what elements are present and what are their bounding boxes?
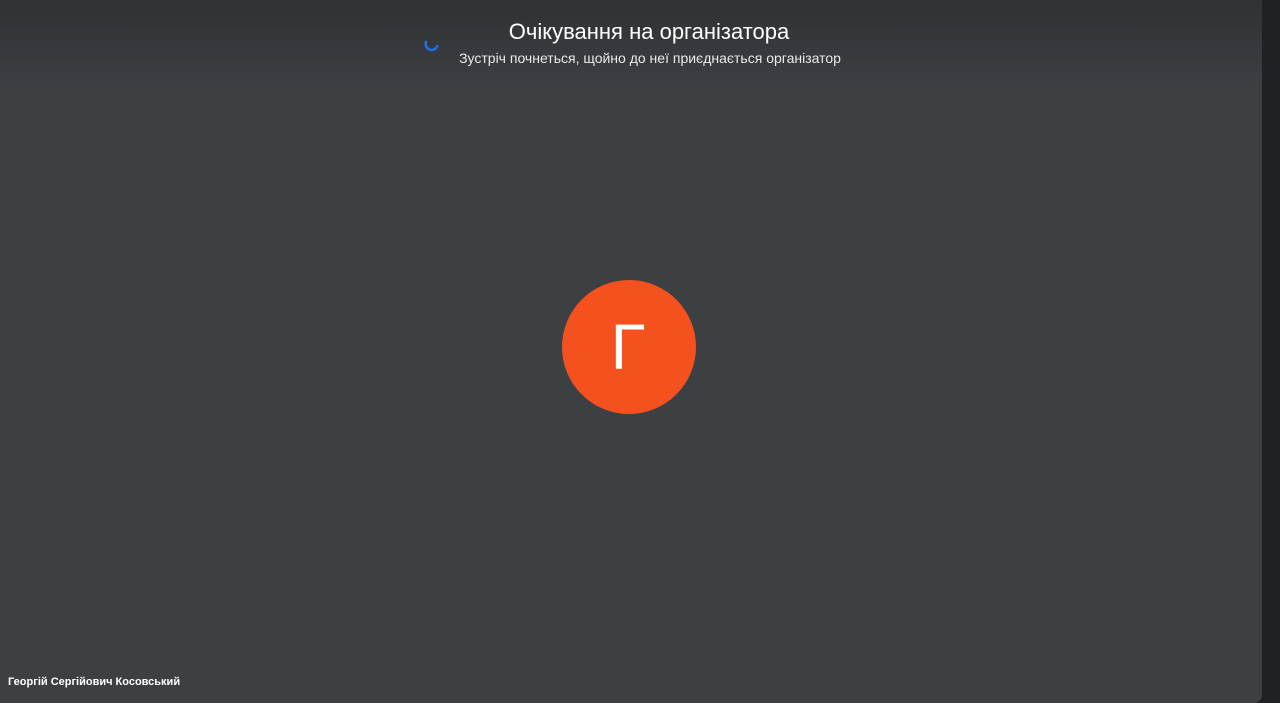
waiting-title: Очікування на організатора [508, 19, 790, 44]
participant-name-label: Георгій Сергійович Косовський [8, 676, 181, 688]
waiting-header: Очікування на організатора Зустріч почне… [0, 18, 1262, 68]
right-edge-strip [1262, 0, 1280, 703]
video-stage: Очікування на організатора Зустріч почне… [0, 0, 1262, 703]
avatar: Г [562, 280, 696, 414]
avatar-initial: Г [610, 311, 646, 383]
waiting-subtitle: Зустріч почнеться, щойно до неї приєднає… [459, 50, 841, 66]
